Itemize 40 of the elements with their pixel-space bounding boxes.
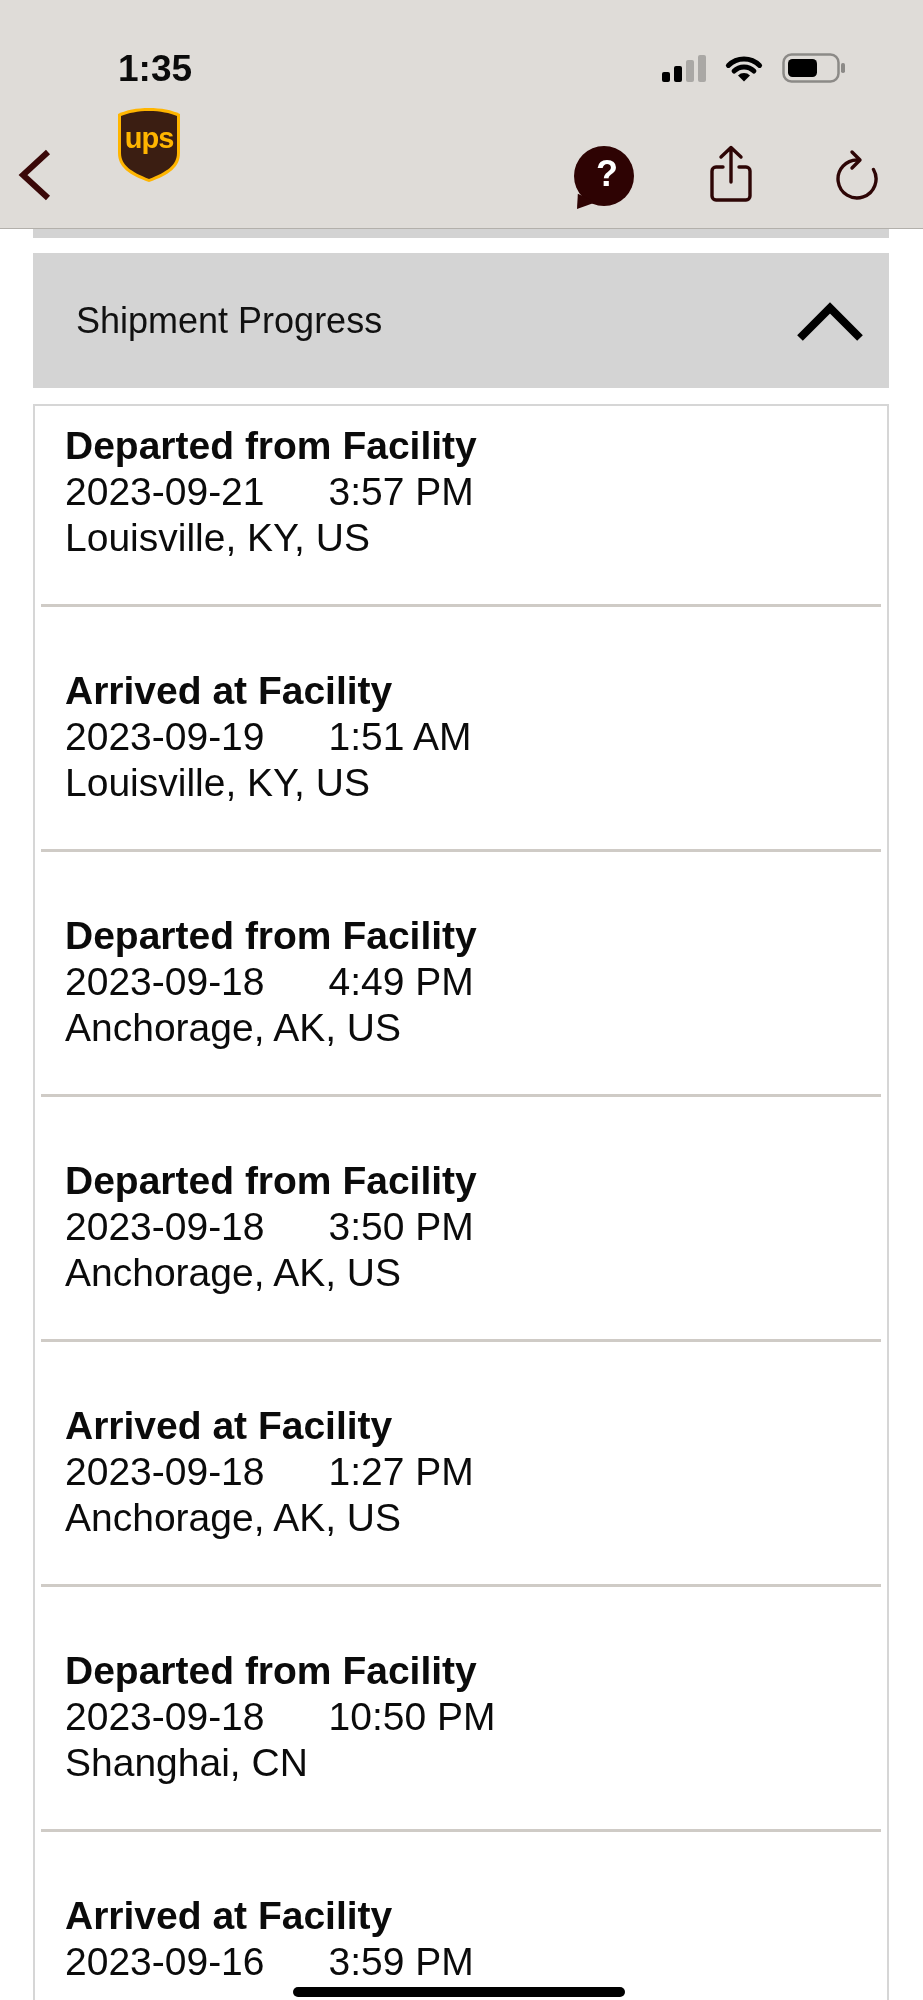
refresh-button[interactable]	[834, 147, 880, 201]
share-icon	[708, 145, 754, 203]
share-button[interactable]	[708, 145, 754, 203]
event-date: 2023-09-16	[65, 1940, 265, 1983]
refresh-icon	[834, 147, 880, 201]
event-time: 1:27 PM	[328, 1450, 474, 1493]
event-date: 2023-09-21	[65, 470, 265, 513]
event-date: 2023-09-18	[65, 1450, 265, 1493]
event-time: 3:50 PM	[328, 1205, 474, 1248]
event-location: Louisville, KY, US	[65, 761, 370, 804]
battery-icon	[782, 53, 845, 83]
event-time: 10:50 PM	[328, 1695, 496, 1738]
event-location: Anchorage, AK, US	[65, 1496, 402, 1539]
event-status: Departed from Facility	[65, 914, 477, 957]
logo: ups	[117, 107, 181, 183]
event-time: 1:51 AM	[328, 715, 472, 758]
event-status: Arrived at Facility	[65, 1404, 393, 1447]
help-button[interactable]: ?	[574, 146, 634, 206]
event-date: 2023-09-18	[65, 1695, 265, 1738]
event-date: 2023-09-19	[65, 715, 265, 758]
chevron-left-icon	[18, 149, 52, 201]
event-location: Shanghai, CN	[65, 1741, 308, 1784]
event-date: 2023-09-18	[65, 960, 265, 1003]
event-location: Anchorage, AK, US	[65, 1006, 402, 1049]
status-time: 1:35	[118, 49, 193, 87]
event-location: Louisville, KY, US	[65, 516, 370, 559]
event-time: 3:57 PM	[328, 470, 474, 513]
event-time: 3:59 PM	[328, 1940, 474, 1983]
event-status: Arrived at Facility	[65, 669, 393, 712]
event-status: Arrived at Facility	[65, 1894, 393, 1937]
event-date: 2023-09-18	[65, 1205, 265, 1248]
event-status: Departed from Facility	[65, 1649, 477, 1692]
event-location: Anchorage, AK, US	[65, 1251, 402, 1294]
section-toggle[interactable]: Shipment Progress	[33, 253, 889, 388]
event-status: Departed from Facility	[65, 1159, 477, 1202]
signal-icon	[662, 54, 707, 82]
event-time: 4:49 PM	[328, 960, 474, 1003]
back-button[interactable]	[18, 149, 52, 201]
wifi-icon	[724, 54, 764, 82]
event-status: Departed from Facility	[65, 424, 477, 467]
